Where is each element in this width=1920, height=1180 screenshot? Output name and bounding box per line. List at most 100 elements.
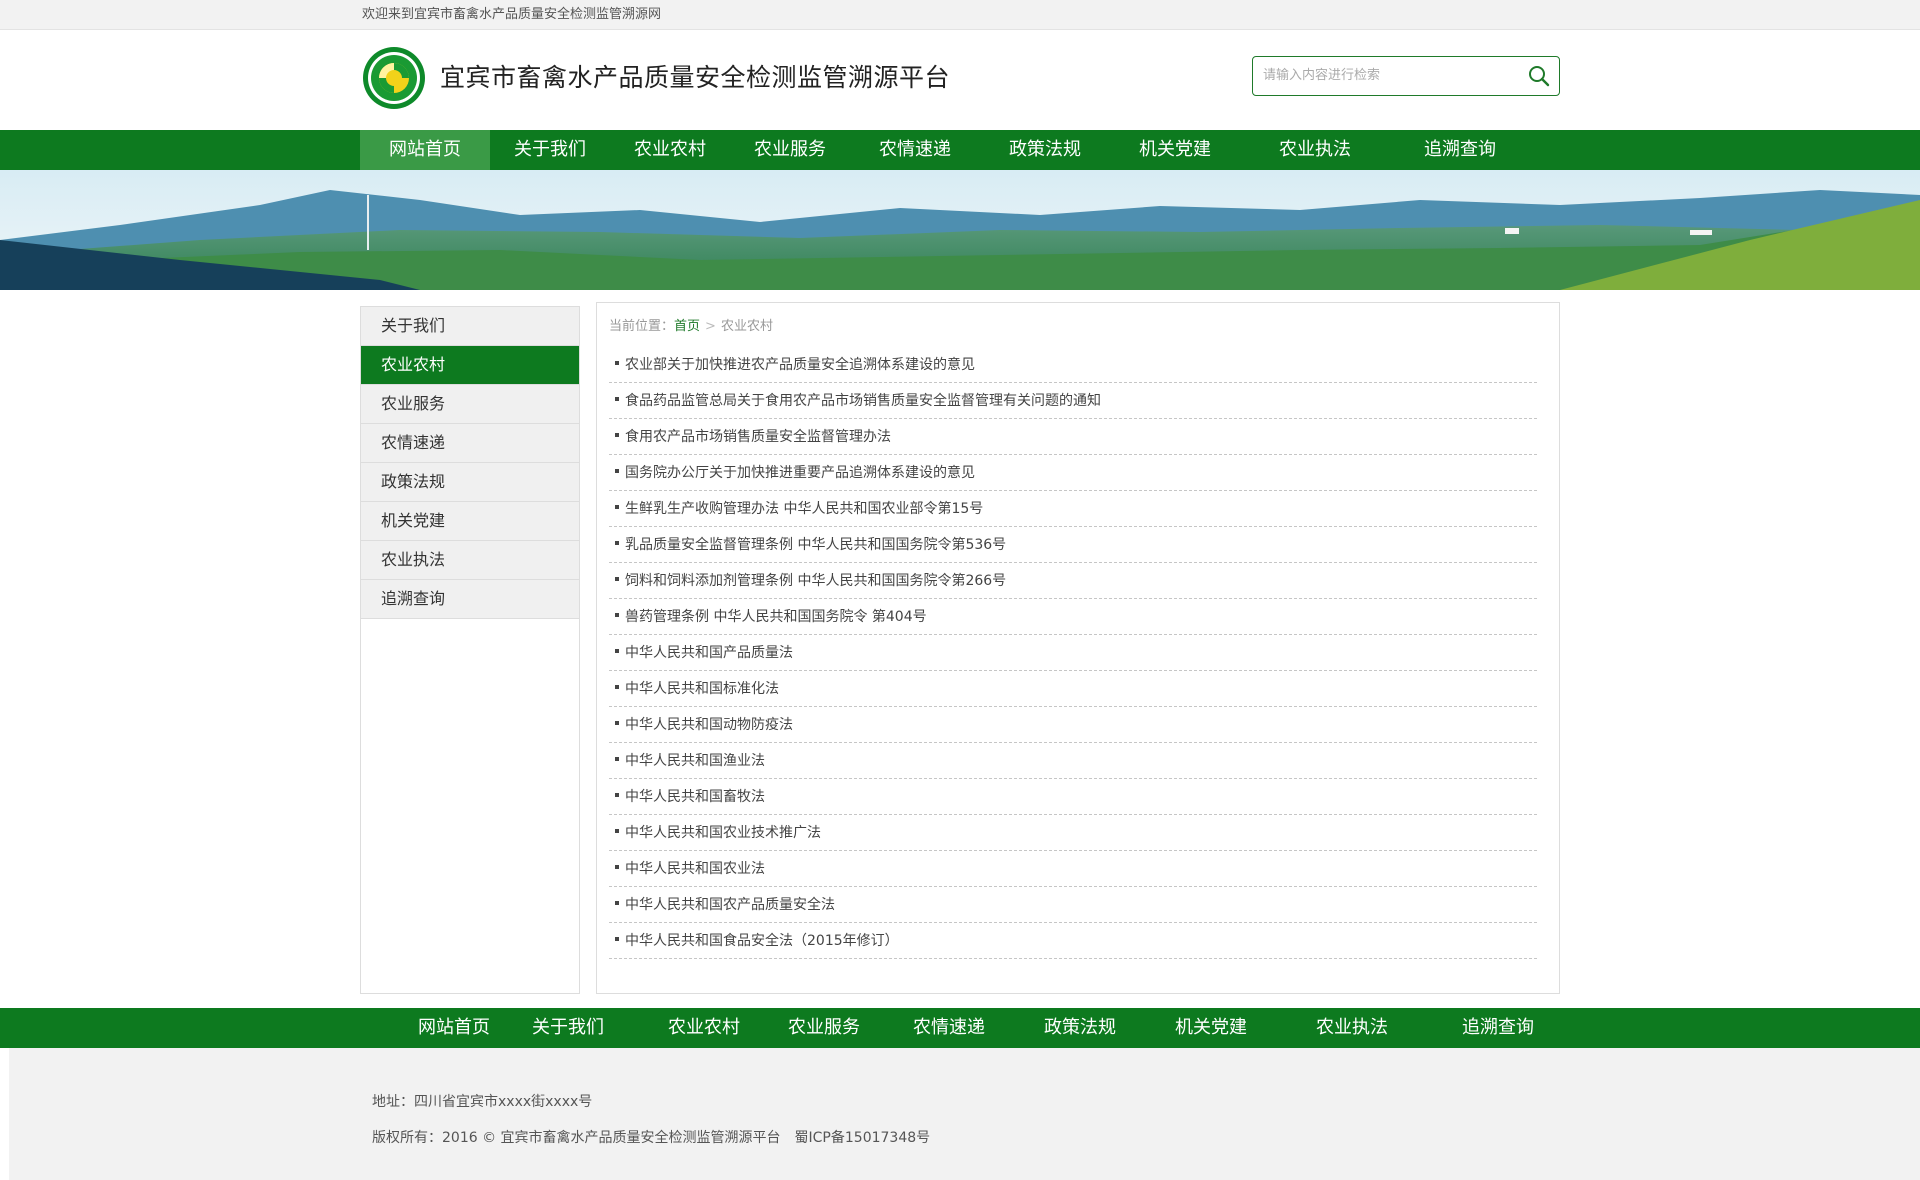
footer-icp[interactable]: 蜀ICP备15017348号 (795, 1130, 931, 1146)
article-link[interactable]: 国务院办公厅关于加快推进重要产品追溯体系建设的意见 (625, 465, 975, 481)
footer-address: 地址：四川省宜宾市xxxx街xxxx号 (372, 1094, 593, 1110)
content-panel: 当前位置：首页 > 农业农村 农业部关于加快推进农产品质量安全追溯体系建设的意见 食… (596, 302, 1560, 994)
list-item: 中华人民共和国标准化法 (609, 671, 1537, 707)
bullet-icon (615, 613, 619, 617)
article-link[interactable]: 中华人民共和国农业法 (625, 861, 765, 877)
nav-item-party[interactable]: 机关党建 (1110, 130, 1240, 170)
bullet-icon (615, 469, 619, 473)
list-item: 食品药品监管总局关于食用农产品市场销售质量安全监督管理有关问题的通知 (609, 383, 1537, 419)
nav-item-policy[interactable]: 政策法规 (980, 130, 1110, 170)
article-link[interactable]: 中华人民共和国产品质量法 (625, 645, 793, 661)
nav-item-agri-service[interactable]: 农业服务 (730, 130, 850, 170)
sidebar: 关于我们 农业农村 农业服务 农情速递 政策法规 机关党建 农业执法 追溯查询 (360, 306, 580, 994)
search-box (1252, 56, 1560, 96)
footer-nav-agri-service[interactable]: 农业服务 (788, 1008, 860, 1048)
footer-nav-enforcement[interactable]: 农业执法 (1316, 1008, 1388, 1048)
banner-image (0, 170, 1920, 290)
nav-item-enforcement[interactable]: 农业执法 (1240, 130, 1390, 170)
top-welcome-bar: 欢迎来到宜宾市畜禽水产品质量安全检测监管溯源网 (0, 0, 1920, 30)
article-link[interactable]: 中华人民共和国畜牧法 (625, 789, 765, 805)
search-icon[interactable] (1527, 64, 1551, 88)
list-item: 中华人民共和国渔业法 (609, 743, 1537, 779)
footer-copyright: 版权所有：2016 © 宜宾市畜禽水产品质量安全检测监管溯源平台 (372, 1130, 781, 1146)
footer-nav: 网站首页 关于我们 农业农村 农业服务 农情速递 政策法规 机关党建 农业执法 … (0, 1008, 1920, 1048)
sidebar-item-agri-news[interactable]: 农情速递 (361, 424, 579, 463)
search-input[interactable] (1253, 57, 1533, 93)
article-link[interactable]: 食用农产品市场销售质量安全监督管理办法 (625, 429, 891, 445)
bullet-icon (615, 685, 619, 689)
bullet-icon (615, 361, 619, 365)
footer-nav-about[interactable]: 关于我们 (532, 1008, 604, 1048)
list-item: 中华人民共和国动物防疫法 (609, 707, 1537, 743)
list-item: 兽药管理条例 中华人民共和国国务院令 第404号 (609, 599, 1537, 635)
breadcrumb-separator: > (705, 319, 716, 334)
nav-item-trace[interactable]: 追溯查询 (1390, 130, 1530, 170)
breadcrumb-prefix: 当前位置： (609, 319, 675, 334)
site-title: 宜宾市畜禽水产品质量安全检测监管溯源平台 (440, 63, 951, 92)
list-item: 中华人民共和国食品安全法（2015年修订） (609, 923, 1537, 959)
article-link[interactable]: 中华人民共和国动物防疫法 (625, 717, 793, 733)
bullet-icon (615, 397, 619, 401)
sidebar-item-policy[interactable]: 政策法规 (361, 463, 579, 502)
bullet-icon (615, 937, 619, 941)
footer-nav-trace[interactable]: 追溯查询 (1462, 1008, 1534, 1048)
breadcrumb-current: 农业农村 (720, 319, 773, 334)
list-item: 国务院办公厅关于加快推进重要产品追溯体系建设的意见 (609, 455, 1537, 491)
bullet-icon (615, 757, 619, 761)
bullet-icon (615, 829, 619, 833)
footer-nav-party[interactable]: 机关党建 (1175, 1008, 1247, 1048)
welcome-text: 欢迎来到宜宾市畜禽水产品质量安全检测监管溯源网 (362, 7, 662, 22)
footer-nav-home[interactable]: 网站首页 (418, 1008, 490, 1048)
nav-item-agri-news[interactable]: 农情速递 (850, 130, 980, 170)
list-item: 饲料和饲料添加剂管理条例 中华人民共和国国务院令第266号 (609, 563, 1537, 599)
header: 宜宾市畜禽水产品质量安全检测监管溯源平台 (0, 30, 1920, 130)
bullet-icon (615, 505, 619, 509)
footer-nav-policy[interactable]: 政策法规 (1044, 1008, 1116, 1048)
list-item: 中华人民共和国农业技术推广法 (609, 815, 1537, 851)
footer: 地址：四川省宜宾市xxxx街xxxx号 版权所有：2016 © 宜宾市畜禽水产品… (9, 1048, 1920, 1180)
article-link[interactable]: 饲料和饲料添加剂管理条例 中华人民共和国国务院令第266号 (625, 573, 1006, 589)
footer-nav-agri-news[interactable]: 农情速递 (913, 1008, 985, 1048)
bullet-icon (615, 721, 619, 725)
footer-nav-agriculture-rural[interactable]: 农业农村 (668, 1008, 740, 1048)
article-link[interactable]: 食品药品监管总局关于食用农产品市场销售质量安全监督管理有关问题的通知 (625, 393, 1101, 409)
sidebar-item-about[interactable]: 关于我们 (361, 307, 579, 346)
nav-item-about[interactable]: 关于我们 (490, 130, 610, 170)
sidebar-item-enforcement[interactable]: 农业执法 (361, 541, 579, 580)
bullet-icon (615, 577, 619, 581)
article-list: 农业部关于加快推进农产品质量安全追溯体系建设的意见 食品药品监管总局关于食用农产… (609, 347, 1537, 959)
main-area: 关于我们 农业农村 农业服务 农情速递 政策法规 机关党建 农业执法 追溯查询 … (360, 290, 1560, 1008)
bullet-icon (615, 541, 619, 545)
footer-copyright-line: 版权所有：2016 © 宜宾市畜禽水产品质量安全检测监管溯源平台 蜀ICP备150… (372, 1120, 944, 1156)
article-link[interactable]: 农业部关于加快推进农产品质量安全追溯体系建设的意见 (625, 357, 975, 373)
list-item: 中华人民共和国产品质量法 (609, 635, 1537, 671)
bullet-icon (615, 901, 619, 905)
article-link[interactable]: 兽药管理条例 中华人民共和国国务院令 第404号 (625, 609, 927, 625)
article-link[interactable]: 中华人民共和国标准化法 (625, 681, 779, 697)
list-item: 乳品质量安全监督管理条例 中华人民共和国国务院令第536号 (609, 527, 1537, 563)
article-link[interactable]: 中华人民共和国农业技术推广法 (625, 825, 821, 841)
nav-item-agriculture-rural[interactable]: 农业农村 (610, 130, 730, 170)
article-link[interactable]: 乳品质量安全监督管理条例 中华人民共和国国务院令第536号 (625, 537, 1006, 553)
bullet-icon (615, 649, 619, 653)
sidebar-item-party[interactable]: 机关党建 (361, 502, 579, 541)
list-item: 中华人民共和国畜牧法 (609, 779, 1537, 815)
list-item: 生鲜乳生产收购管理办法 中华人民共和国农业部令第15号 (609, 491, 1537, 527)
bullet-icon (615, 865, 619, 869)
sidebar-item-agriculture-rural[interactable]: 农业农村 (361, 346, 579, 385)
sidebar-item-agri-service[interactable]: 农业服务 (361, 385, 579, 424)
sidebar-item-trace[interactable]: 追溯查询 (361, 580, 579, 619)
breadcrumb-home-link[interactable]: 首页 (674, 319, 700, 334)
bullet-icon (615, 793, 619, 797)
bullet-icon (615, 433, 619, 437)
article-link[interactable]: 中华人民共和国农产品质量安全法 (625, 897, 835, 913)
list-item: 中华人民共和国农产品质量安全法 (609, 887, 1537, 923)
article-link[interactable]: 中华人民共和国渔业法 (625, 753, 765, 769)
logo-emblem-icon (363, 47, 425, 109)
breadcrumb: 当前位置：首页 > 农业农村 (609, 315, 773, 334)
article-link[interactable]: 中华人民共和国食品安全法（2015年修订） (625, 933, 899, 949)
article-link[interactable]: 生鲜乳生产收购管理办法 中华人民共和国农业部令第15号 (625, 501, 983, 517)
list-item: 中华人民共和国农业法 (609, 851, 1537, 887)
nav-item-home[interactable]: 网站首页 (360, 130, 490, 170)
main-nav: 网站首页 关于我们 农业农村 农业服务 农情速递 政策法规 机关党建 农业执法 … (0, 130, 1920, 170)
